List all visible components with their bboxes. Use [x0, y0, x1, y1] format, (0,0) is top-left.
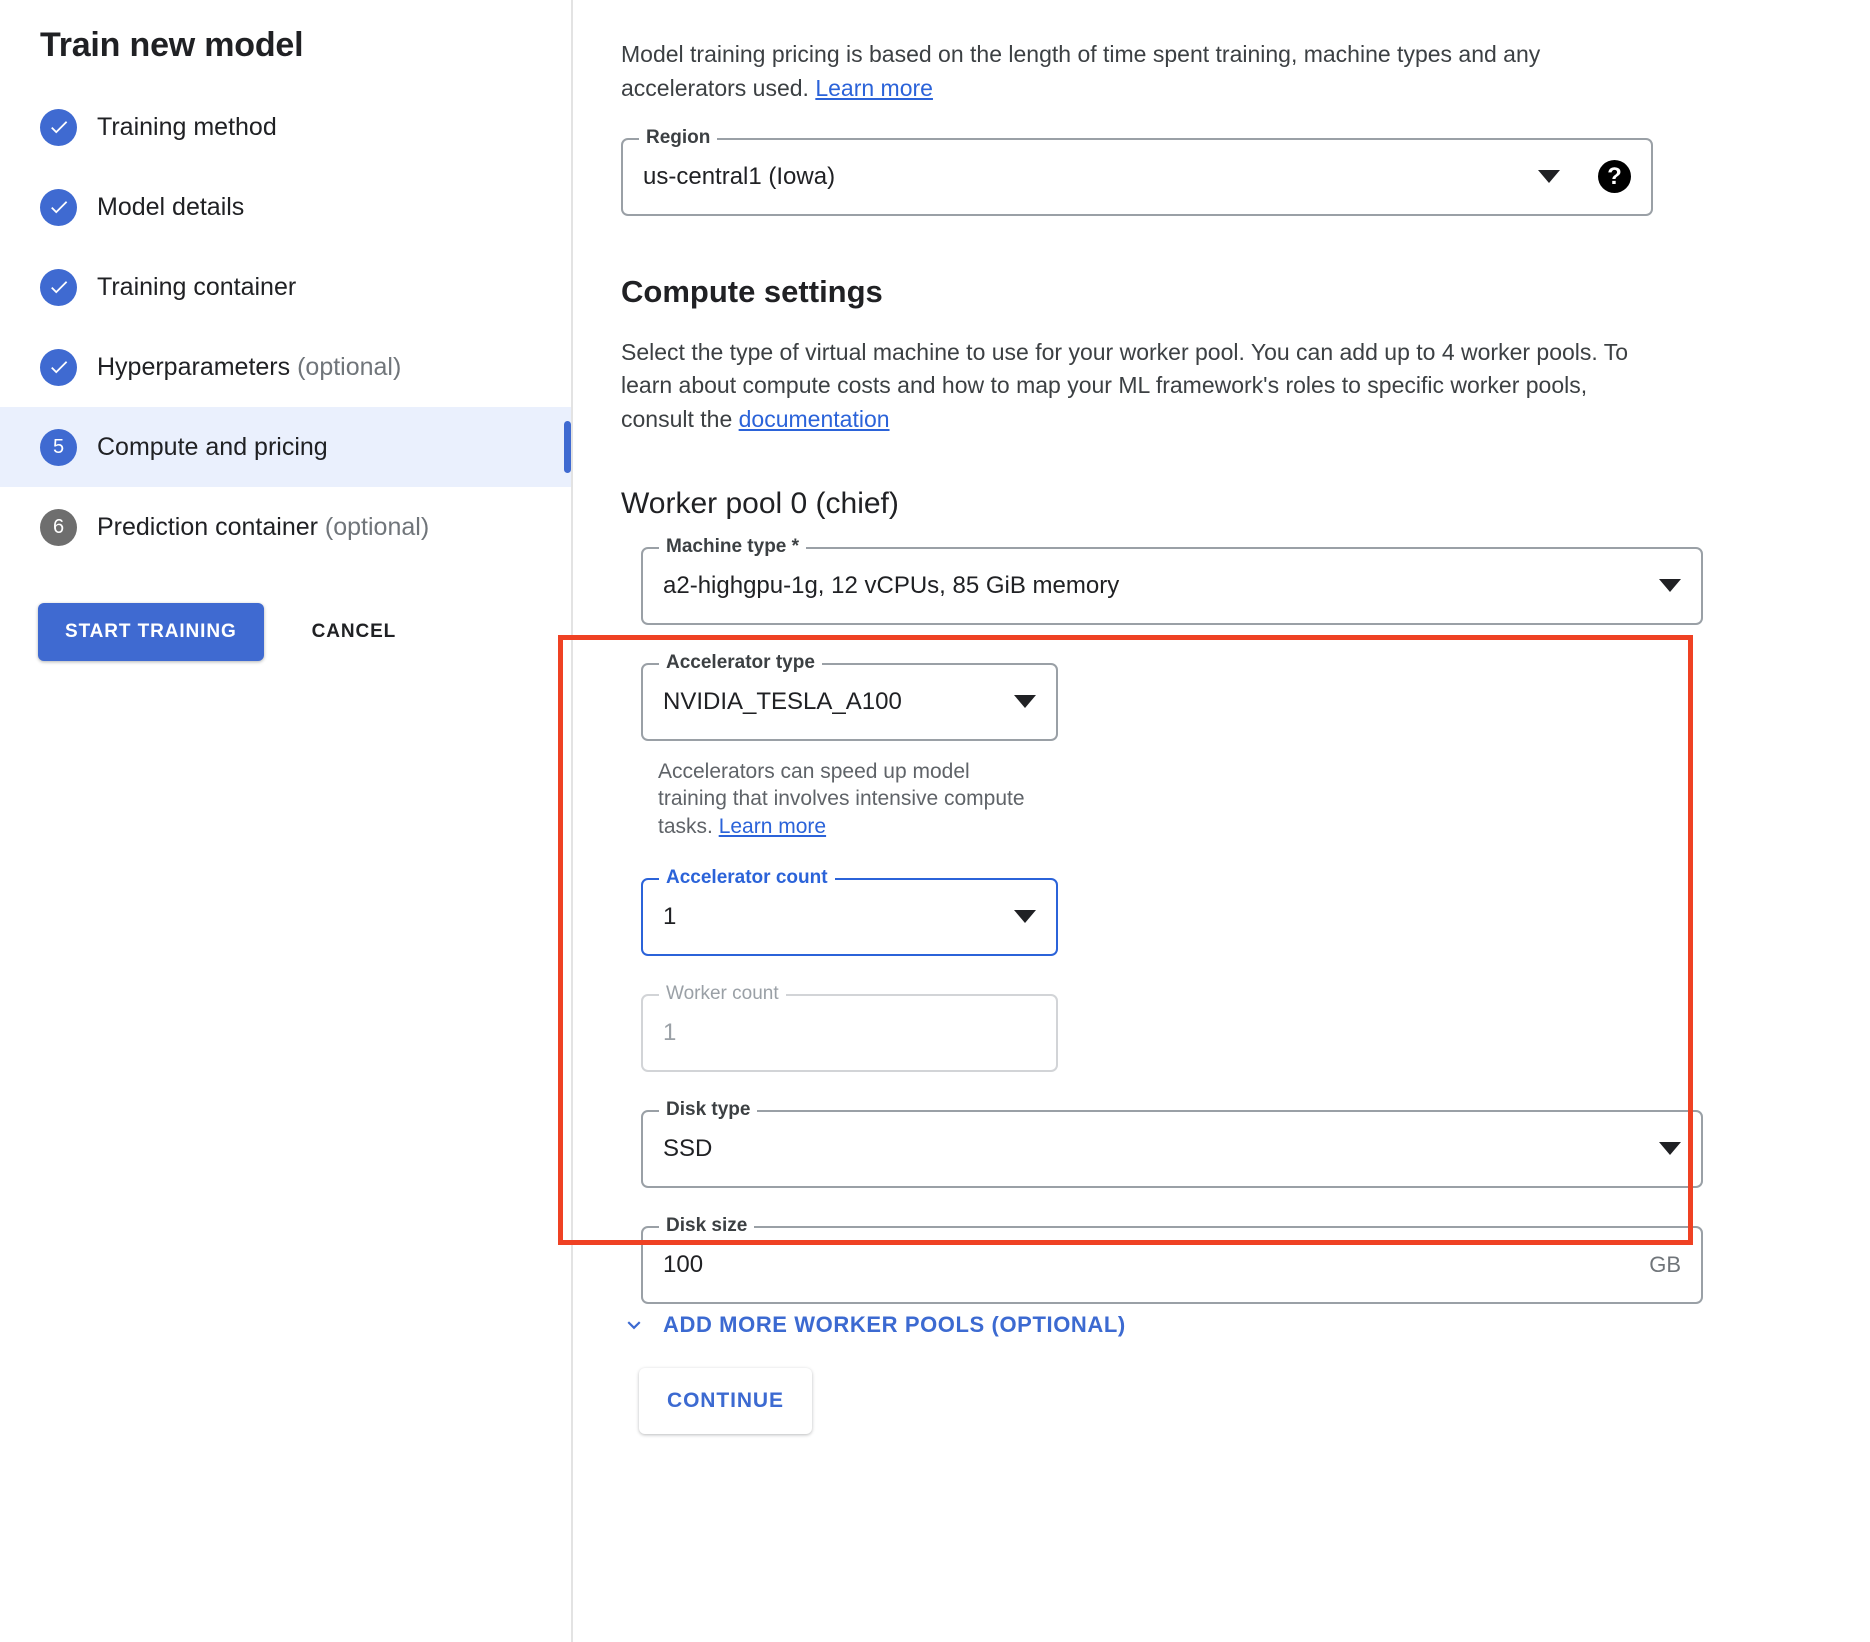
- train-new-model-page: Train new model Training method Model de…: [0, 0, 1870, 1642]
- sidebar-item-label: Compute and pricing: [97, 433, 328, 462]
- sidebar-item-text: Compute and pricing: [97, 433, 328, 461]
- disk-size-value: 100: [663, 1251, 703, 1279]
- sidebar-item-training-method[interactable]: Training method: [0, 87, 571, 167]
- disk-type-value: SSD: [663, 1135, 712, 1163]
- active-indicator: [564, 421, 571, 473]
- learn-more-accelerators-link[interactable]: Learn more: [719, 815, 826, 838]
- accelerator-helper-sentence: Accelerators can speed up model training…: [658, 760, 1025, 838]
- sidebar-item-text: Training method: [97, 113, 277, 141]
- machine-type-select[interactable]: Machine type * a2-highgpu-1g, 12 vCPUs, …: [641, 547, 1703, 625]
- sidebar-item-text: Prediction container: [97, 513, 318, 541]
- sidebar-item-text: Model details: [97, 193, 244, 221]
- region-select[interactable]: Region us-central1 (Iowa) ?: [621, 138, 1653, 216]
- step-complete-icon: [40, 349, 77, 386]
- accelerator-type-select[interactable]: Accelerator type NVIDIA_TESLA_A100: [641, 663, 1058, 741]
- sidebar-item-prediction-container[interactable]: 6 Prediction container (optional): [0, 487, 571, 567]
- machine-type-label: Machine type *: [659, 536, 806, 558]
- continue-button[interactable]: CONTINUE: [639, 1368, 812, 1434]
- sidebar-item-label: Hyperparameters (optional): [97, 353, 401, 382]
- help-icon[interactable]: ?: [1598, 160, 1631, 193]
- chevron-down-icon[interactable]: [1014, 695, 1036, 708]
- chevron-down-icon[interactable]: [1659, 579, 1681, 592]
- add-more-worker-pools-label: ADD MORE WORKER POOLS (OPTIONAL): [663, 1312, 1126, 1338]
- step-complete-icon: [40, 189, 77, 226]
- chevron-down-icon[interactable]: [1659, 1142, 1681, 1155]
- disk-size-label: Disk size: [659, 1215, 754, 1237]
- sidebar-item-label: Training container: [97, 273, 296, 302]
- accelerator-count-label: Accelerator count: [659, 867, 835, 889]
- main-content: Model training pricing is based on the l…: [573, 0, 1870, 1642]
- sidebar-item-optional: (optional): [318, 513, 429, 541]
- pricing-intro-sentence: Model training pricing is based on the l…: [621, 41, 1540, 101]
- accelerator-count-value: 1: [663, 903, 676, 931]
- sidebar-item-compute-and-pricing[interactable]: 5 Compute and pricing: [0, 407, 571, 487]
- disk-size-unit: GB: [1649, 1252, 1681, 1278]
- sidebar-item-optional: (optional): [290, 353, 401, 381]
- sidebar-item-model-details[interactable]: Model details: [0, 167, 571, 247]
- accelerator-count-select[interactable]: Accelerator count 1: [641, 878, 1058, 956]
- sidebar-item-label: Model details: [97, 193, 244, 222]
- chevron-down-icon[interactable]: [1014, 910, 1036, 923]
- region-label: Region: [639, 127, 717, 149]
- chevron-down-icon: [621, 1312, 647, 1338]
- sidebar-item-label: Training method: [97, 113, 277, 142]
- accelerator-type-field-wrap: Accelerator type NVIDIA_TESLA_A100 Accel…: [641, 663, 1721, 840]
- sidebar-item-training-container[interactable]: Training container: [0, 247, 571, 327]
- worker-pool-title: Worker pool 0 (chief): [621, 487, 1870, 521]
- disk-type-field-wrap: Disk type SSD: [641, 1110, 1721, 1188]
- disk-size-field-wrap: Disk size 100 GB: [641, 1226, 1721, 1304]
- disk-type-select[interactable]: Disk type SSD: [641, 1110, 1703, 1188]
- sidebar-actions: START TRAINING CANCEL: [0, 603, 571, 661]
- worker-count-value: 1: [663, 1019, 676, 1047]
- machine-type-value: a2-highgpu-1g, 12 vCPUs, 85 GiB memory: [663, 572, 1119, 600]
- step-complete-icon: [40, 109, 77, 146]
- step-number-badge: 5: [40, 429, 77, 466]
- disk-type-label: Disk type: [659, 1099, 757, 1121]
- worker-count-label: Worker count: [659, 983, 786, 1005]
- sidebar-item-text: Training container: [97, 273, 296, 301]
- worker-count-field-wrap: Worker count 1: [641, 994, 1721, 1072]
- sidebar-item-hyperparameters[interactable]: Hyperparameters (optional): [0, 327, 571, 407]
- machine-type-field-wrap: Machine type * a2-highgpu-1g, 12 vCPUs, …: [641, 547, 1721, 625]
- documentation-link[interactable]: documentation: [739, 406, 890, 432]
- wizard-sidebar: Train new model Training method Model de…: [0, 0, 573, 1642]
- worker-pool-fields: Machine type * a2-highgpu-1g, 12 vCPUs, …: [621, 547, 1721, 1304]
- start-training-button[interactable]: START TRAINING: [38, 603, 264, 661]
- step-complete-icon: [40, 269, 77, 306]
- accelerator-type-label: Accelerator type: [659, 652, 822, 674]
- cancel-button[interactable]: CANCEL: [306, 620, 403, 644]
- accelerator-helper-text: Accelerators can speed up model training…: [658, 758, 1026, 840]
- compute-settings-heading: Compute settings: [621, 274, 1870, 310]
- chevron-down-icon[interactable]: [1538, 170, 1560, 183]
- accelerator-count-field-wrap: Accelerator count 1: [641, 878, 1721, 956]
- compute-settings-description: Select the type of virtual machine to us…: [621, 336, 1651, 437]
- sidebar-item-label: Prediction container (optional): [97, 513, 429, 542]
- learn-more-pricing-link[interactable]: Learn more: [815, 75, 933, 101]
- sidebar-item-text: Hyperparameters: [97, 353, 290, 381]
- step-number-badge: 6: [40, 509, 77, 546]
- worker-count-input: Worker count 1: [641, 994, 1058, 1072]
- add-more-worker-pools-button[interactable]: ADD MORE WORKER POOLS (OPTIONAL): [621, 1312, 1870, 1338]
- page-title: Train new model: [0, 26, 571, 65]
- pricing-intro-text: Model training pricing is based on the l…: [621, 38, 1631, 106]
- disk-size-input[interactable]: Disk size 100 GB: [641, 1226, 1703, 1304]
- accelerator-type-value: NVIDIA_TESLA_A100: [663, 688, 902, 716]
- region-value: us-central1 (Iowa): [643, 163, 835, 191]
